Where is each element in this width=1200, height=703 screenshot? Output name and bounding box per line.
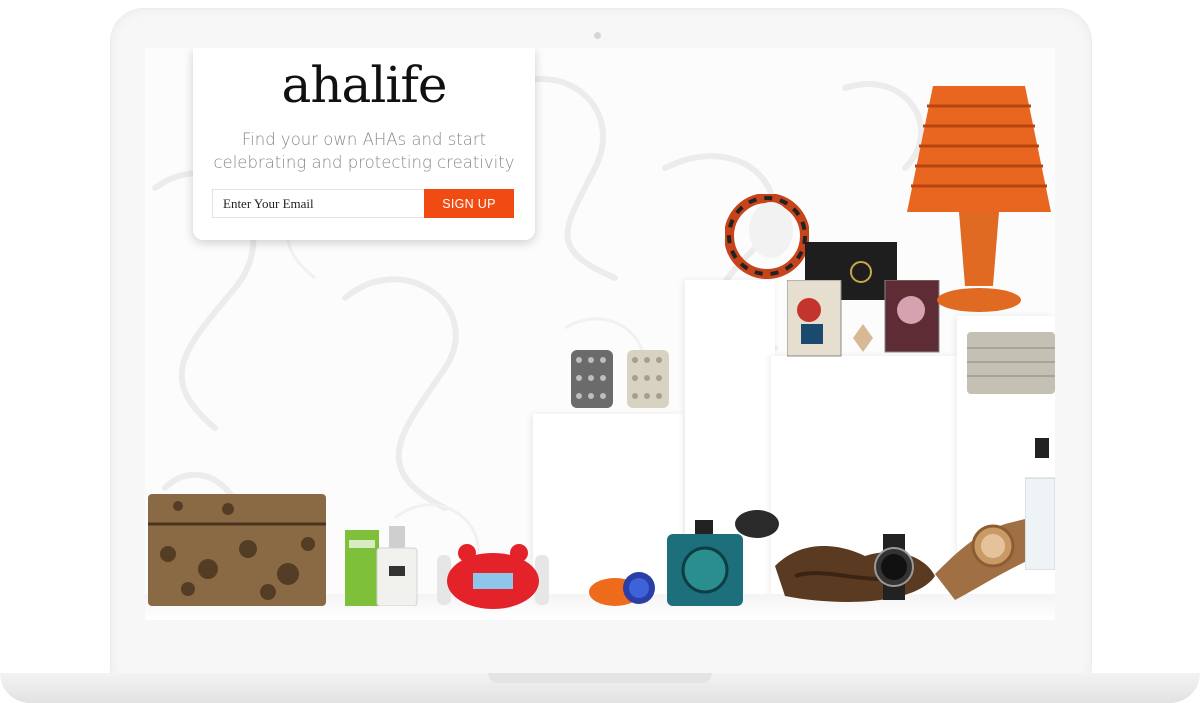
perfume-bottle [376,526,418,606]
statement-necklace [725,194,809,279]
signup-button[interactable]: SIGN UP [424,189,514,218]
logo-life: life [370,56,447,114]
email-field[interactable] [212,189,424,218]
camera-icon [594,32,601,39]
orange-wicker-lamp [907,86,1051,312]
blue-perfume-bottle [667,510,779,606]
tagline: Find your own AHAs and start celebrating… [213,130,515,172]
rhinestone-cuff-dark [571,350,613,408]
soap-box [345,530,379,606]
laptop-notch [488,673,712,683]
silver-clutch [967,332,1055,394]
logo-aha: aha [281,56,372,114]
black-watch [874,534,914,600]
glass-bottle [1025,438,1055,570]
signup-card: ahalife Find your own AHAs and start cel… [193,48,535,240]
red-alarm-clock [437,544,549,609]
screen: ahalife Find your own AHAs and start cel… [145,48,1055,620]
orange-bangle [589,572,655,606]
ahalife-logo[interactable]: ahalife [193,56,535,114]
rhinestone-cuff-light [627,350,669,408]
snakeskin-clutch [148,494,326,606]
